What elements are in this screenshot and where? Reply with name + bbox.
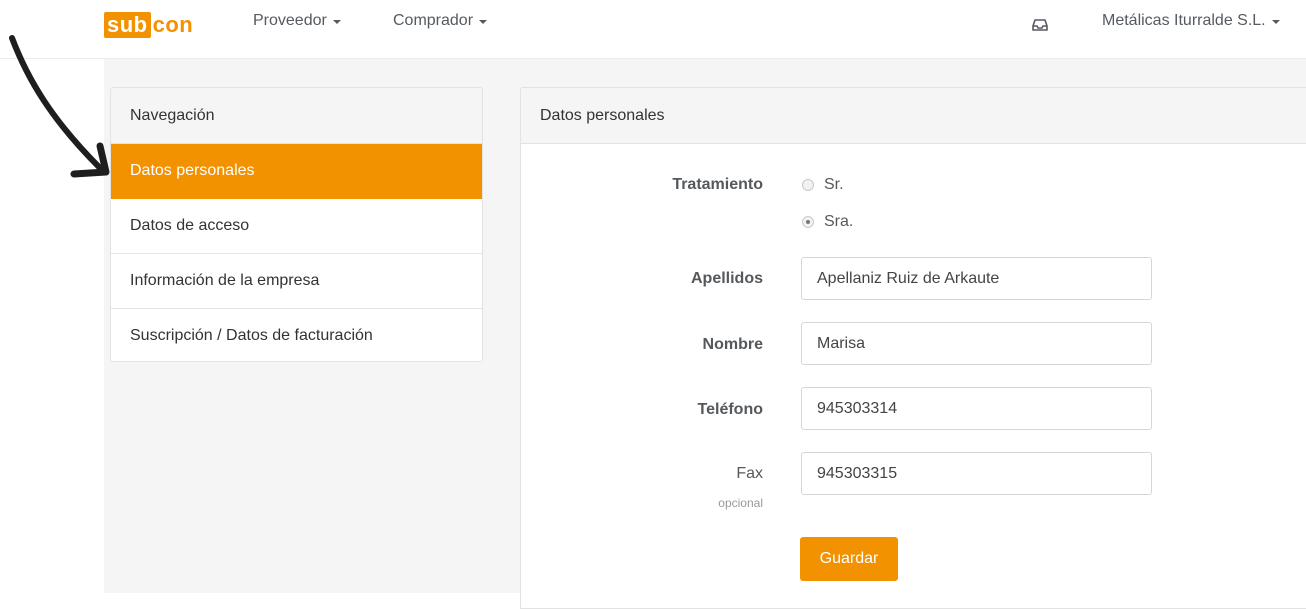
- user-account-name: Metálicas Iturralde S.L.: [1102, 12, 1266, 29]
- user-account-menu[interactable]: Metálicas Iturralde S.L.: [1102, 12, 1280, 30]
- caret-down-icon: [479, 20, 488, 24]
- save-button[interactable]: Guardar: [800, 537, 898, 581]
- radio-sra-button[interactable]: [802, 216, 814, 228]
- fax-label: Fax: [736, 465, 763, 482]
- telefono-label: Teléfono: [697, 401, 763, 418]
- tratamiento-label: Tratamiento: [672, 176, 763, 193]
- nav-menu-proveedor[interactable]: Proveedor: [253, 12, 341, 30]
- nombre-input[interactable]: Marisa: [801, 322, 1152, 365]
- fax-optional-hint: opcional: [718, 496, 763, 510]
- nav-menu-comprador-label: Comprador: [393, 12, 474, 29]
- fax-input[interactable]: 945303315: [801, 452, 1152, 495]
- navigation-panel-title: Navegación: [111, 88, 482, 144]
- nav-menu-comprador[interactable]: Comprador: [393, 12, 488, 30]
- arrow-annotation-icon: [9, 35, 110, 178]
- apellidos-input[interactable]: Apellaniz Ruiz de Arkaute: [801, 257, 1152, 300]
- radio-option-sr[interactable]: Sr.: [802, 176, 844, 194]
- apellidos-label: Apellidos: [690, 270, 763, 287]
- top-navbar: sub con Proveedor Comprador Metálicas It…: [0, 0, 1306, 59]
- telefono-input[interactable]: 945303314: [801, 387, 1152, 430]
- sidebar-item-informacion-empresa[interactable]: Información de la empresa: [111, 254, 482, 309]
- radio-option-sra[interactable]: Sra.: [802, 213, 853, 231]
- caret-down-icon: [332, 20, 341, 24]
- nav-menu-proveedor-label: Proveedor: [253, 12, 327, 29]
- sidebar-item-datos-acceso[interactable]: Datos de acceso: [111, 199, 482, 254]
- sidebar-item-suscripcion-facturacion[interactable]: Suscripción / Datos de facturación: [111, 309, 482, 361]
- personal-data-panel-title: Datos personales: [521, 88, 1306, 144]
- radio-sr-label: Sr.: [824, 176, 844, 193]
- radio-sr-button[interactable]: [802, 179, 814, 191]
- caret-down-icon: [1271, 20, 1280, 24]
- navigation-panel: Navegación Datos personales Datos de acc…: [110, 87, 483, 362]
- inbox-icon[interactable]: [1032, 18, 1048, 32]
- logo-con-text: con: [152, 12, 194, 37]
- radio-sra-label: Sra.: [824, 213, 854, 230]
- sidebar-item-datos-personales[interactable]: Datos personales: [111, 144, 482, 199]
- nombre-label: Nombre: [702, 336, 763, 353]
